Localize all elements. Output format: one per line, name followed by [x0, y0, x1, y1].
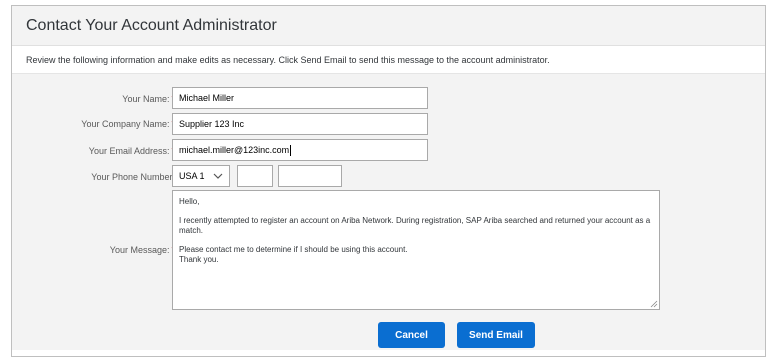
chevron-down-icon [213, 173, 223, 179]
message-line: Hello, [179, 197, 200, 206]
message-line: I recently attempted to register an acco… [179, 216, 651, 235]
country-code-select[interactable]: USA 1 [172, 165, 230, 187]
email-input[interactable]: michael.miller@123inc.com [172, 139, 428, 161]
instructions-text: Review the following information and mak… [12, 46, 765, 74]
name-value: Michael Miller [179, 93, 235, 103]
company-input[interactable]: Supplier 123 Inc [172, 113, 428, 135]
contact-form: Your Name:* Michael Miller Your Company … [12, 74, 765, 354]
dialog-title: Contact Your Account Administrator [26, 16, 277, 34]
message-textarea[interactable]: Hello, I recently attempted to register … [172, 190, 660, 310]
send-email-button[interactable]: Send Email [457, 322, 535, 348]
company-value: Supplier 123 Inc [179, 119, 245, 129]
country-code-value: USA 1 [179, 171, 205, 181]
phone-label: Your Phone Number: [91, 172, 175, 182]
cancel-button[interactable]: Cancel [378, 322, 445, 348]
name-input[interactable]: Michael Miller [172, 87, 428, 109]
contact-admin-dialog: Contact Your Account Administrator Revie… [11, 5, 766, 357]
message-line: Please contact me to determine if I shou… [179, 245, 408, 254]
message-label: Your Message:* [110, 245, 175, 255]
message-line: Thank you. [179, 255, 219, 264]
area-code-input[interactable] [237, 165, 273, 187]
company-label: Your Company Name:* [81, 119, 175, 129]
footer-divider [12, 350, 765, 356]
email-label: Your Email Address:* [89, 146, 175, 156]
phone-number-input[interactable] [278, 165, 342, 187]
name-label: Your Name:* [122, 94, 175, 104]
resize-grip-icon[interactable] [650, 300, 658, 308]
dialog-header: Contact Your Account Administrator [12, 6, 765, 46]
email-value: michael.miller@123inc.com [179, 145, 290, 155]
text-cursor [290, 144, 292, 156]
